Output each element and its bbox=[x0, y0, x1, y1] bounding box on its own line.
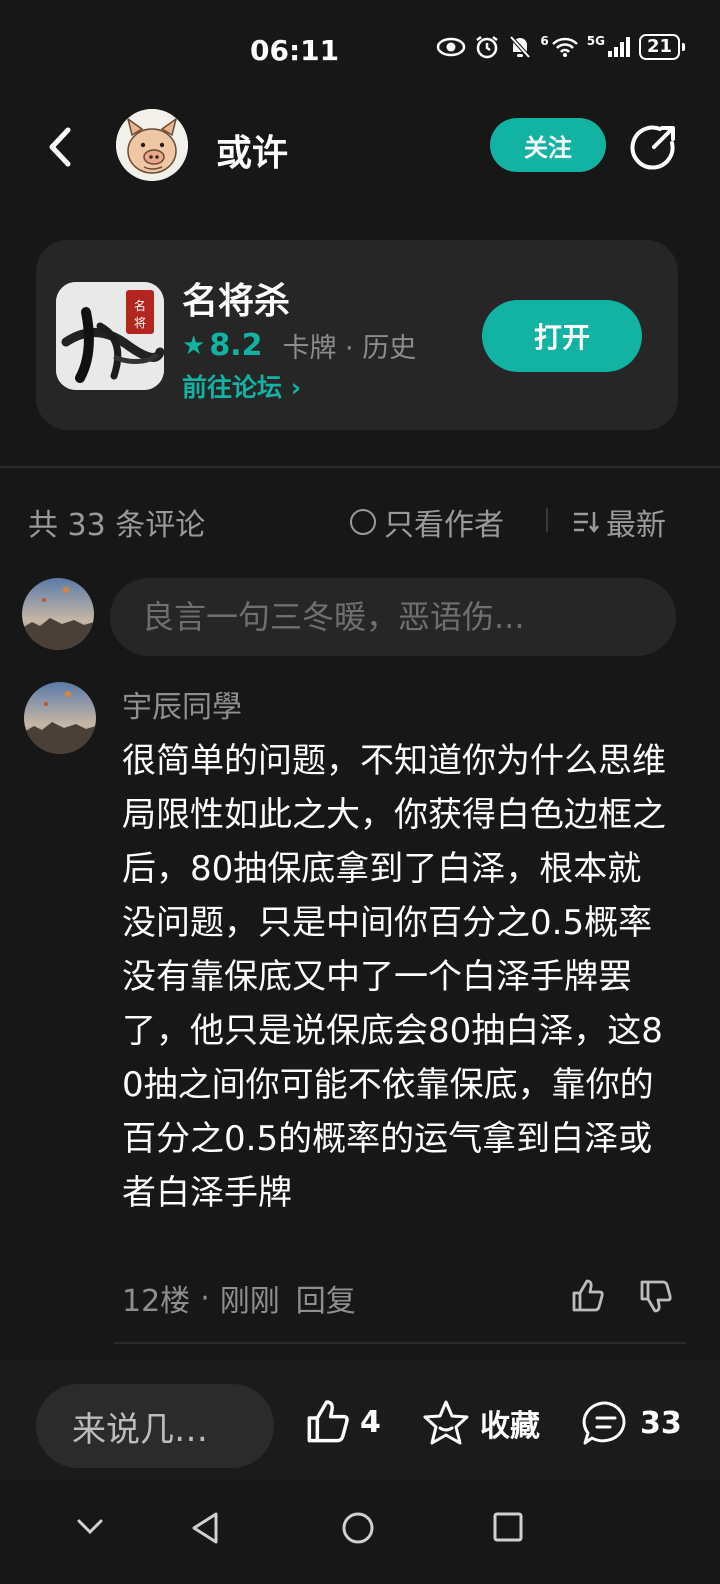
pig-avatar-icon bbox=[116, 109, 188, 181]
sort-icon bbox=[574, 512, 599, 534]
game-logo-icon: 名 将 bbox=[56, 282, 164, 390]
signal-icon bbox=[607, 37, 630, 57]
commenter-name[interactable]: 宇辰同學 bbox=[122, 682, 242, 726]
comment-meta: 12楼 · 刚刚 回复 bbox=[122, 1276, 356, 1320]
radio-circle-icon bbox=[350, 509, 376, 535]
chevron-right-icon: › bbox=[290, 373, 302, 402]
status-time: 06:11 bbox=[250, 34, 340, 67]
author-only-toggle[interactable]: 只看作者 bbox=[350, 500, 504, 544]
screen: 06:11 6 5G 21 或许 关注 名 将 名将杀 ★ 8.2 卡牌 · 历… bbox=[0, 0, 720, 1584]
reply-button[interactable]: 回复 bbox=[296, 1276, 356, 1320]
game-seal-text-2: 将 bbox=[134, 316, 146, 330]
chevron-down-icon[interactable] bbox=[74, 1510, 106, 1542]
back-icon[interactable] bbox=[40, 122, 80, 172]
comment-count: 共 33 条评论 bbox=[28, 508, 206, 543]
home-nav-icon[interactable] bbox=[340, 1510, 376, 1546]
chat-bubble-icon bbox=[582, 1401, 626, 1445]
my-avatar[interactable] bbox=[22, 578, 94, 650]
sort-label: 最新 bbox=[606, 508, 666, 543]
toolbar-separator bbox=[546, 508, 548, 532]
eye-icon bbox=[437, 37, 466, 57]
star-icon bbox=[423, 1400, 469, 1445]
status-bar: 06:11 6 5G 21 bbox=[0, 0, 720, 100]
game-rating: ★ 8.2 bbox=[182, 328, 262, 363]
back-nav-icon[interactable] bbox=[188, 1510, 222, 1546]
like-count: 4 bbox=[360, 1404, 381, 1440]
meta-dot: · bbox=[200, 1280, 210, 1316]
page-title: 或许 bbox=[216, 133, 289, 174]
favorite-button[interactable]: 收藏 bbox=[420, 1398, 540, 1448]
status-icons: 6 5G 21 bbox=[436, 34, 686, 60]
sort-button[interactable]: 最新 bbox=[572, 500, 666, 544]
game-meta: ★ 8.2 卡牌 · 历史 bbox=[182, 326, 416, 365]
header: 或许 关注 bbox=[0, 100, 720, 195]
alarm-icon bbox=[476, 36, 499, 59]
battery-indicator: 21 bbox=[638, 34, 686, 60]
recents-nav-icon[interactable] bbox=[492, 1510, 524, 1544]
system-nav-bar bbox=[0, 1480, 720, 1584]
section-divider bbox=[0, 466, 720, 468]
game-seal-text-1: 名 bbox=[134, 298, 146, 313]
favorite-label: 收藏 bbox=[480, 1409, 540, 1444]
comment-floor: 12楼 bbox=[122, 1284, 191, 1319]
comment-divider bbox=[114, 1342, 686, 1344]
share-icon[interactable] bbox=[630, 123, 678, 171]
like-post-button[interactable]: 4 bbox=[304, 1398, 381, 1446]
mute-bell-icon bbox=[509, 35, 531, 59]
wifi-icon bbox=[551, 37, 578, 57]
comment-input[interactable] bbox=[110, 578, 676, 656]
comments-count: 33 bbox=[640, 1405, 682, 1441]
network-label: 5G bbox=[586, 34, 605, 48]
balloon-landscape-icon bbox=[24, 682, 96, 754]
comments-button[interactable]: 33 bbox=[580, 1398, 682, 1448]
author-only-label: 只看作者 bbox=[384, 508, 504, 543]
quick-comment-input[interactable]: 来说几… bbox=[36, 1384, 274, 1468]
bottom-action-bar: 来说几… 4 收藏 33 bbox=[0, 1360, 720, 1480]
game-icon[interactable]: 名 将 bbox=[56, 282, 164, 390]
game-tags: 卡牌 · 历史 bbox=[282, 333, 417, 364]
commenter-avatar[interactable] bbox=[24, 682, 96, 754]
rating-value: 8.2 bbox=[209, 328, 263, 363]
thumbs-up-icon[interactable] bbox=[570, 1278, 606, 1314]
comment-time: 刚刚 bbox=[219, 1284, 280, 1319]
game-card[interactable]: 名 将 名将杀 ★ 8.2 卡牌 · 历史 前往论坛 › 打开 bbox=[36, 240, 678, 430]
thumbs-up-icon bbox=[307, 1400, 349, 1443]
game-name: 名将杀 bbox=[182, 281, 291, 322]
thumbs-down-icon[interactable] bbox=[638, 1278, 674, 1314]
comment-body: 很简单的问题，不知道你为什么思维局限性如此之大，你获得白色边框之后，80抽保底拿… bbox=[122, 741, 666, 1213]
forum-link[interactable]: 前往论坛 › bbox=[182, 368, 301, 404]
open-game-button[interactable]: 打开 bbox=[482, 300, 642, 372]
star-icon: ★ bbox=[182, 330, 206, 361]
author-avatar[interactable] bbox=[116, 109, 188, 181]
balloon-landscape-icon bbox=[22, 578, 94, 650]
forum-link-label: 前往论坛 bbox=[182, 373, 283, 402]
follow-button[interactable]: 关注 bbox=[490, 118, 606, 172]
wifi-label: 6 bbox=[540, 34, 549, 48]
